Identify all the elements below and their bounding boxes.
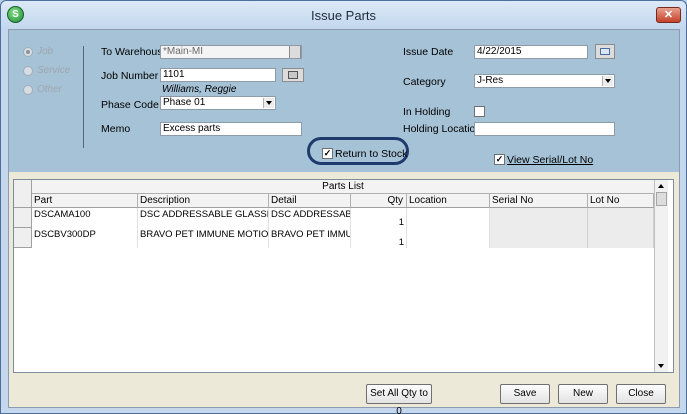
calendar-icon	[600, 48, 610, 55]
set-all-qty-button[interactable]: Set All Qty to 0	[366, 384, 432, 414]
vertical-divider	[83, 46, 84, 148]
job-number-label: Job Number	[101, 70, 159, 82]
issue-parts-window: S Issue Parts ✕ Job Service Other To War…	[0, 0, 687, 414]
view-serial-label: View Serial/Lot No	[507, 154, 594, 166]
category-select[interactable]: J-Res	[474, 74, 615, 88]
scroll-up-icon[interactable]	[655, 180, 668, 192]
grid-vertical-scrollbar[interactable]	[654, 180, 668, 372]
radio-job[interactable]: Job	[23, 46, 53, 57]
cell-part[interactable]: DSCAMA100	[32, 208, 138, 228]
job-number-field[interactable]: 1101	[160, 68, 276, 82]
job-customer-name: Williams, Reggie	[162, 84, 237, 95]
row-selector[interactable]	[14, 228, 32, 248]
in-holding-label: In Holding	[403, 106, 451, 118]
category-label: Category	[403, 76, 446, 88]
grid-corner	[14, 180, 32, 208]
job-lookup-button[interactable]	[282, 68, 304, 82]
cell-qty[interactable]: 1	[351, 208, 407, 228]
column-header-serial-no[interactable]: Serial No	[490, 194, 588, 208]
cell-part[interactable]: DSCBV300DP	[32, 228, 138, 248]
column-header-qty[interactable]: Qty	[351, 194, 407, 208]
to-warehouse-lookup-button[interactable]	[289, 46, 301, 58]
column-header-detail[interactable]: Detail	[269, 194, 351, 208]
column-header-part[interactable]: Part	[32, 194, 138, 208]
view-serial-checkbox[interactable]: ✓	[494, 154, 505, 165]
holding-location-label: Holding Location	[403, 123, 482, 135]
save-button[interactable]: Save	[500, 384, 550, 404]
radio-other[interactable]: Other	[23, 84, 62, 95]
chevron-down-icon	[602, 76, 613, 86]
close-button[interactable]: Close	[616, 384, 666, 404]
parts-list-grid: Parts List Part Description Detail Qty L…	[13, 179, 674, 373]
cell-description[interactable]: DSC ADDRESSABLE GLASSBREAK	[138, 208, 269, 228]
column-header-lot-no[interactable]: Lot No	[588, 194, 654, 208]
holding-location-field[interactable]	[474, 122, 615, 136]
to-warehouse-field[interactable]: *Main-MI	[160, 45, 302, 59]
radio-job-label: Job	[37, 46, 54, 57]
radio-job-indicator	[23, 46, 33, 57]
cell-qty[interactable]: 1	[351, 228, 407, 248]
return-to-stock-checkbox[interactable]: ✓	[322, 148, 333, 159]
cell-serial-no[interactable]	[490, 208, 588, 248]
window-close-icon[interactable]: ✕	[656, 7, 681, 23]
cell-description[interactable]: BRAVO PET IMMUNE MOTION	[138, 228, 269, 248]
issue-date-field[interactable]: 4/22/2015	[474, 45, 588, 59]
phase-code-label: Phase Code	[101, 99, 159, 111]
memo-field[interactable]: Excess parts	[160, 122, 302, 136]
cell-detail[interactable]: DSC ADDRESSABLE G	[269, 208, 351, 228]
column-header-description[interactable]: Description	[138, 194, 269, 208]
cell-lot-no[interactable]	[588, 208, 654, 248]
title-bar: S Issue Parts ✕	[1, 1, 686, 29]
cell-location[interactable]	[407, 228, 490, 248]
scroll-thumb[interactable]	[656, 192, 667, 206]
in-holding-checkbox[interactable]	[474, 106, 485, 117]
phase-code-value: Phase 01	[163, 97, 206, 108]
calendar-button[interactable]	[595, 44, 615, 59]
return-to-stock-label: Return to Stock	[335, 148, 408, 160]
radio-service-label: Service	[37, 65, 71, 76]
scroll-down-icon[interactable]	[655, 360, 668, 372]
cell-location[interactable]	[407, 208, 490, 228]
window-title: Issue Parts	[310, 8, 377, 23]
to-warehouse-label: To Warehouse	[101, 46, 169, 58]
memo-label: Memo	[101, 123, 131, 135]
client-area: Job Service Other To Warehouse *Main-MI …	[8, 29, 680, 414]
radio-other-label: Other	[37, 84, 63, 95]
radio-service-indicator	[23, 65, 33, 76]
column-header-location[interactable]: Location	[407, 194, 490, 208]
parts-list-caption: Parts List	[32, 180, 654, 194]
cell-detail[interactable]: BRAVO PET IMMUNE	[269, 228, 351, 248]
category-value: J-Res	[477, 75, 504, 86]
header-panel: Job Service Other To Warehouse *Main-MI …	[9, 30, 679, 172]
radio-service[interactable]: Service	[23, 65, 70, 76]
to-warehouse-value: *Main-MI	[163, 46, 204, 57]
new-button[interactable]: New	[558, 384, 608, 404]
radio-other-indicator	[23, 84, 33, 95]
chevron-down-icon	[263, 98, 274, 108]
row-selector[interactable]	[14, 208, 32, 228]
phase-code-select[interactable]: Phase 01	[160, 96, 276, 110]
keyboard-icon	[288, 71, 298, 79]
issue-date-label: Issue Date	[403, 46, 454, 58]
